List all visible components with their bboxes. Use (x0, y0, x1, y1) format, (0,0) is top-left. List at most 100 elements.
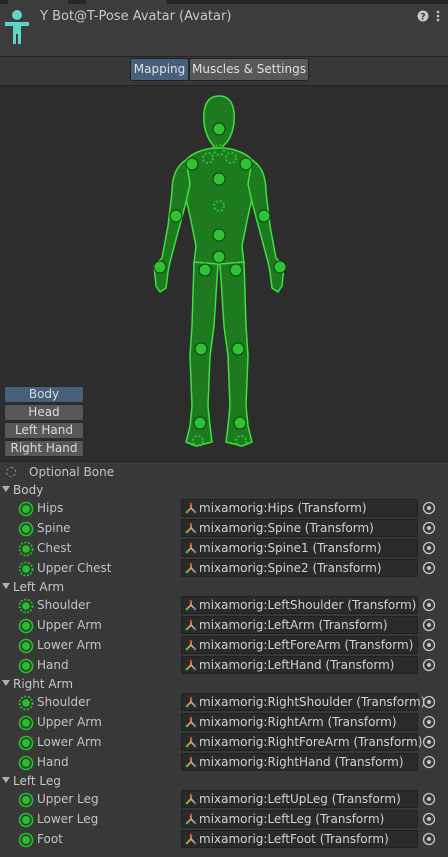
transform-icon (185, 522, 197, 534)
svg-text:?: ? (420, 13, 425, 23)
bone-transform-field[interactable]: mixamorig:Spine1 (Transform) (181, 539, 418, 557)
object-picker-icon[interactable] (422, 521, 436, 535)
bone-transform-field[interactable]: mixamorig:LeftLeg (Transform) (181, 810, 418, 828)
inspector-header: Y Bot@T-Pose Avatar (Avatar) ? (0, 4, 448, 57)
optional-bone-icon (18, 561, 34, 577)
transform-icon (185, 659, 197, 671)
bone-transform-field[interactable]: mixamorig:RightShoulder (Transform) (181, 693, 425, 711)
kebab-menu-icon[interactable] (432, 10, 444, 22)
group-header-left-arm[interactable]: Left Arm (0, 578, 448, 598)
bone-transform-field[interactable]: mixamorig:Hips (Transform) (181, 499, 418, 517)
optional-bone-icon (18, 541, 34, 557)
optional-bone-icon (18, 598, 34, 614)
object-picker-icon[interactable] (422, 598, 436, 612)
avatar-body-view: Body Head Left Hand Right Hand (0, 85, 448, 462)
group-header-body[interactable]: Body (0, 481, 448, 501)
transform-icon (185, 619, 197, 631)
object-picker-icon[interactable] (422, 715, 436, 729)
required-bone-icon (18, 832, 34, 848)
bone-row: Upper Arm mixamorig:LeftArm (Transform) (0, 616, 448, 636)
object-picker-icon[interactable] (422, 658, 436, 672)
foldout-arrow-icon[interactable] (2, 583, 10, 589)
bone-row: Hand mixamorig:RightHand (Transform) (0, 753, 448, 773)
object-picker-icon[interactable] (422, 812, 436, 826)
bone-transform-field[interactable]: mixamorig:LeftArm (Transform) (181, 616, 418, 634)
object-picker-icon[interactable] (422, 501, 436, 515)
required-bone-icon (18, 715, 34, 731)
transform-icon (185, 793, 197, 805)
transform-icon (185, 813, 197, 825)
bone-row: Chest mixamorig:Spine1 (Transform) (0, 539, 448, 559)
required-bone-icon (18, 501, 34, 517)
bone-transform-field[interactable]: mixamorig:RightForeArm (Transform) (181, 733, 422, 751)
bone-transform-field[interactable]: mixamorig:LeftShoulder (Transform) (181, 596, 418, 614)
bone-transform-field[interactable]: mixamorig:LeftFoot (Transform) (181, 830, 418, 848)
required-bone-icon (18, 755, 34, 771)
bone-transform-field[interactable]: mixamorig:Spine2 (Transform) (181, 559, 418, 577)
required-bone-icon (18, 812, 34, 828)
transform-icon (185, 599, 197, 611)
transform-icon (185, 639, 197, 651)
bone-row: Hand mixamorig:LeftHand (Transform) (0, 656, 448, 676)
transform-icon (185, 696, 197, 708)
transform-icon (185, 833, 197, 845)
optional-bone-legend: Optional Bone (0, 462, 448, 482)
group-header-right-arm[interactable]: Right Arm (0, 675, 448, 695)
bone-row: Upper Chest mixamorig:Spine2 (Transform) (0, 559, 448, 579)
transform-icon (185, 542, 197, 554)
transform-icon (185, 716, 197, 728)
bone-transform-field[interactable]: mixamorig:RightArm (Transform) (181, 713, 418, 731)
object-picker-icon[interactable] (422, 792, 436, 806)
bone-transform-field[interactable]: mixamorig:LeftHand (Transform) (181, 656, 418, 674)
bone-row: Foot mixamorig:LeftFoot (Transform) (0, 830, 448, 850)
bone-row: Upper Leg mixamorig:LeftUpLeg (Transform… (0, 790, 448, 810)
required-bone-icon (18, 792, 34, 808)
bone-transform-field[interactable]: mixamorig:RightHand (Transform) (181, 753, 418, 771)
bone-row: Lower Arm mixamorig:RightForeArm (Transf… (0, 733, 448, 753)
object-picker-icon[interactable] (422, 638, 436, 652)
body-part-left-hand-button[interactable]: Left Hand (4, 422, 84, 439)
mode-tabs: Mapping Muscles & Settings (0, 57, 448, 85)
object-picker-icon[interactable] (422, 695, 436, 709)
transform-icon (185, 562, 197, 574)
bone-row: Lower Arm mixamorig:LeftForeArm (Transfo… (0, 636, 448, 656)
foldout-arrow-icon[interactable] (2, 680, 10, 686)
tab-muscles-settings[interactable]: Muscles & Settings (189, 58, 309, 81)
bone-transform-field[interactable]: mixamorig:LeftForeArm (Transform) (181, 636, 418, 654)
object-picker-icon[interactable] (422, 755, 436, 769)
transform-icon (185, 502, 197, 514)
required-bone-icon (18, 638, 34, 654)
bone-row: Shoulder mixamorig:LeftShoulder (Transfo… (0, 596, 448, 616)
help-icon[interactable]: ? (417, 10, 429, 23)
required-bone-icon (18, 658, 34, 674)
optional-bone-icon (6, 467, 16, 477)
foldout-arrow-icon[interactable] (2, 777, 10, 783)
bone-mapping-list: Optional Bone Body Hips mixamorig:Hips (… (0, 461, 448, 857)
required-bone-icon (18, 735, 34, 751)
bone-row: Lower Leg mixamorig:LeftLeg (Transform) (0, 810, 448, 830)
object-picker-icon[interactable] (422, 618, 436, 632)
object-picker-icon[interactable] (422, 832, 436, 846)
object-picker-icon[interactable] (422, 735, 436, 749)
page-title: Y Bot@T-Pose Avatar (Avatar) (40, 9, 232, 24)
body-part-body-button[interactable]: Body (4, 386, 84, 403)
bone-row: Upper Arm mixamorig:RightArm (Transform) (0, 713, 448, 733)
avatar-icon (5, 10, 29, 44)
bone-row: Shoulder mixamorig:RightShoulder (Transf… (0, 693, 448, 713)
object-picker-icon[interactable] (422, 561, 436, 575)
body-part-head-button[interactable]: Head (4, 404, 84, 421)
transform-icon (185, 736, 197, 748)
object-picker-icon[interactable] (422, 541, 436, 555)
tab-mapping[interactable]: Mapping (130, 58, 189, 81)
required-bone-icon (18, 618, 34, 634)
bone-transform-field[interactable]: mixamorig:Spine (Transform) (181, 519, 418, 537)
foldout-arrow-icon[interactable] (2, 486, 10, 492)
body-part-right-hand-button[interactable]: Right Hand (4, 440, 84, 457)
transform-icon (185, 756, 197, 768)
required-bone-icon (18, 521, 34, 537)
optional-bone-icon (18, 695, 34, 711)
bone-row: Spine mixamorig:Spine (Transform) (0, 519, 448, 539)
group-header-left-leg[interactable]: Left Leg (0, 772, 448, 792)
bone-transform-field[interactable]: mixamorig:LeftUpLeg (Transform) (181, 790, 418, 808)
bone-row: Hips mixamorig:Hips (Transform) (0, 499, 448, 519)
